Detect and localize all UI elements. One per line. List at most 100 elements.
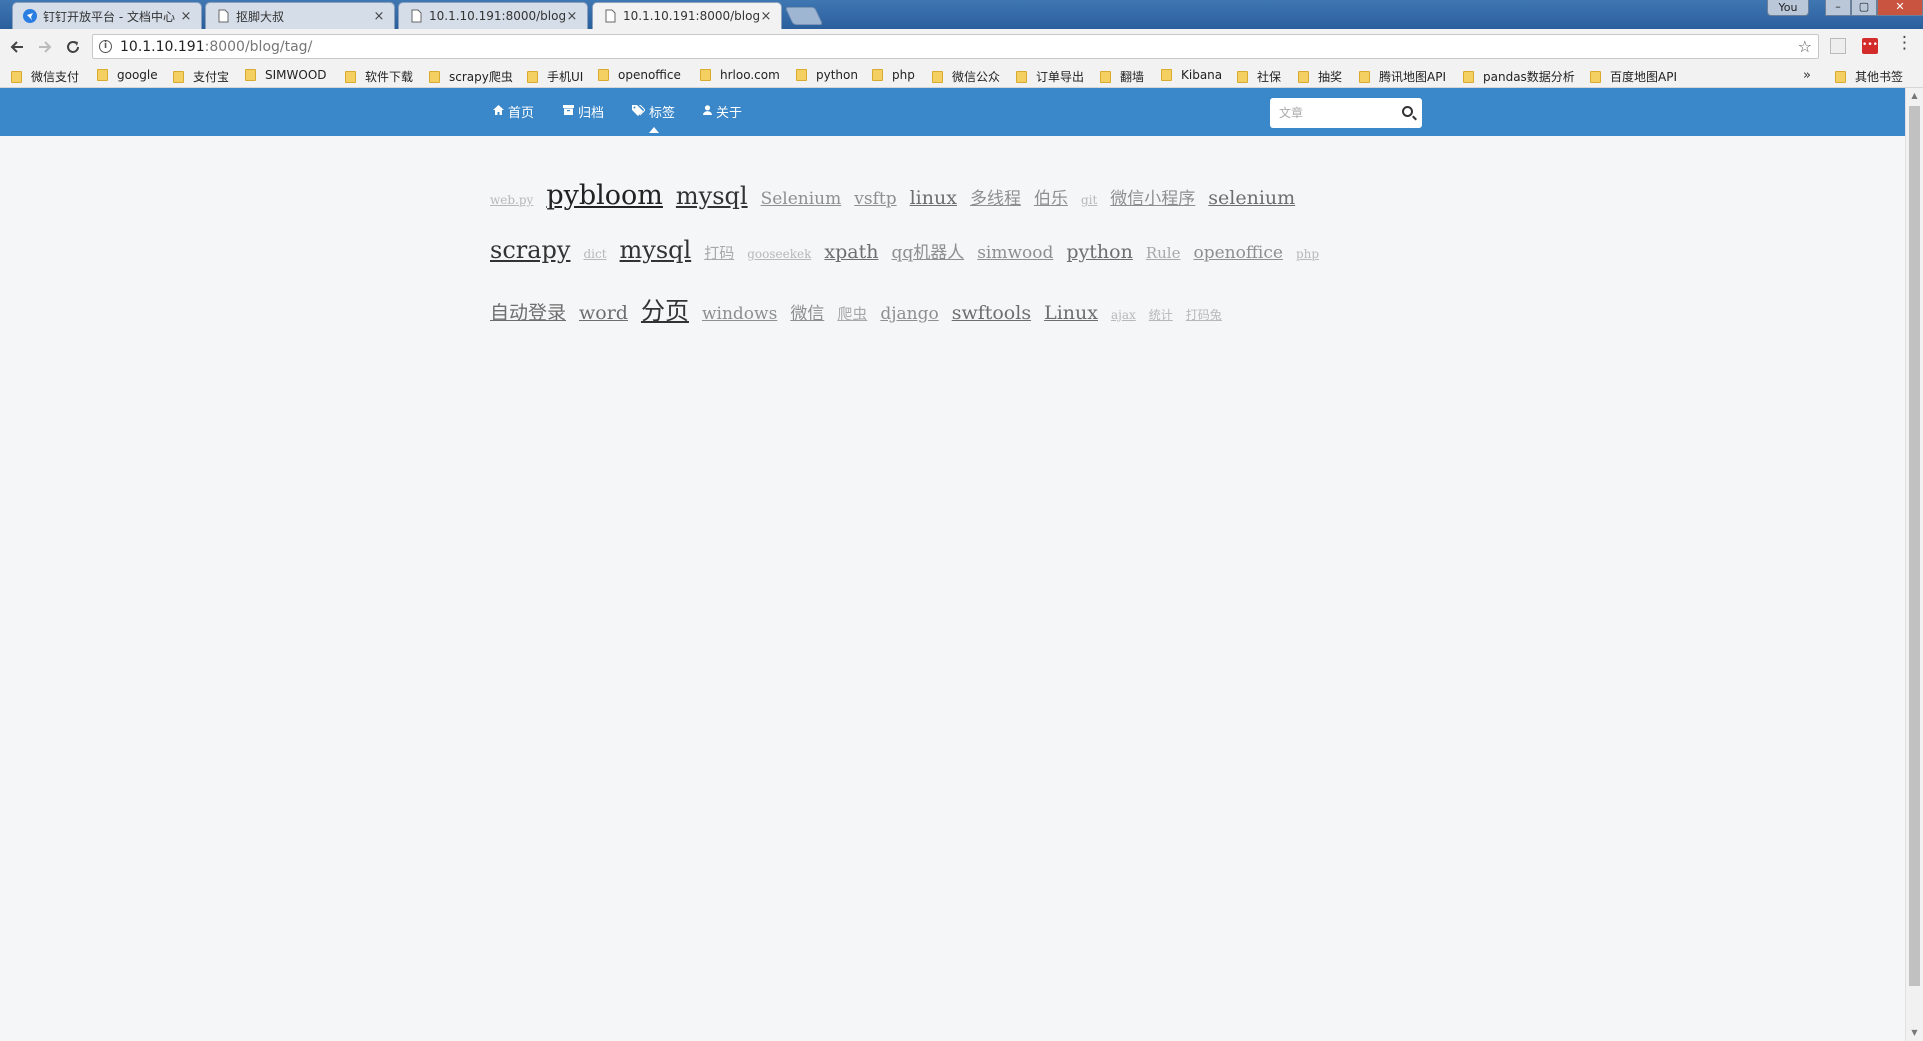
folder-icon: [1016, 70, 1027, 83]
tag-link[interactable]: 微信小程序: [1110, 184, 1195, 209]
tag-link[interactable]: selenium: [1208, 187, 1295, 209]
tag-link[interactable]: qq机器人: [891, 238, 964, 263]
tag-link[interactable]: pybloom: [546, 180, 663, 211]
active-nav-caret: [649, 127, 659, 133]
tag-link[interactable]: simwood: [977, 243, 1053, 263]
tab-close-icon[interactable]: ×: [179, 9, 193, 24]
tag-link[interactable]: web.py: [490, 193, 533, 207]
tag-link[interactable]: 伯乐: [1034, 184, 1068, 209]
scroll-up-arrow-icon[interactable]: ▲: [1906, 88, 1923, 104]
bookmarks-overflow-button[interactable]: »: [1803, 68, 1811, 83]
bookmark-item[interactable]: 腾讯地图API: [1359, 68, 1446, 85]
tag-link[interactable]: dict: [583, 247, 606, 261]
other-bookmarks[interactable]: 其他书签: [1835, 68, 1903, 85]
browser-menu-icon[interactable]: ⋮: [1896, 33, 1913, 53]
tag-link[interactable]: 微信: [790, 299, 824, 324]
scroll-down-arrow-icon[interactable]: ▼: [1906, 1025, 1923, 1041]
tag-link[interactable]: php: [1296, 247, 1319, 261]
tag-link[interactable]: Linux: [1044, 302, 1098, 324]
tag-link[interactable]: 打码: [704, 242, 734, 263]
scrollbar-thumb[interactable]: [1909, 106, 1920, 986]
bookmark-item[interactable]: hrloo.com: [700, 68, 780, 82]
bookmark-item[interactable]: python: [796, 68, 858, 82]
folder-icon: [1298, 70, 1309, 83]
tag-link[interactable]: scrapy: [490, 236, 570, 264]
tag-link[interactable]: linux: [910, 187, 957, 209]
tag-link[interactable]: django: [880, 304, 938, 324]
tag-link[interactable]: windows: [702, 304, 777, 324]
tag-link[interactable]: ajax: [1111, 308, 1136, 322]
bookmark-item[interactable]: google: [97, 68, 158, 82]
tag-cloud-row: 自动登录 word 分页 windows 微信 爬虫 django swftoo…: [490, 291, 1235, 326]
site-info-icon[interactable]: i: [99, 40, 112, 53]
bookmark-item[interactable]: 手机UI: [527, 68, 583, 85]
bookmark-item[interactable]: Kibana: [1161, 68, 1222, 82]
tab-close-icon[interactable]: ×: [759, 9, 773, 24]
restore-button[interactable]: ▢: [1851, 0, 1877, 16]
tag-link[interactable]: word: [579, 302, 628, 324]
tag-link[interactable]: Selenium: [761, 189, 842, 209]
tag-link[interactable]: mysql: [620, 236, 692, 264]
bookmark-item[interactable]: 订单导出: [1016, 68, 1084, 85]
extension-reader-icon[interactable]: [1830, 38, 1846, 54]
tab-2[interactable]: 抠脚大叔 ×: [205, 2, 395, 29]
nav-tags[interactable]: 标签: [632, 102, 675, 121]
page-favicon-icon: [216, 9, 230, 23]
bookmark-item[interactable]: 翻墙: [1100, 68, 1144, 85]
address-bar[interactable]: i 10.1.10.191:8000/blog/tag/ ☆: [92, 34, 1819, 59]
nav-about[interactable]: 关于: [703, 102, 742, 121]
folder-icon: [1463, 70, 1474, 83]
page-favicon-icon: [409, 9, 423, 23]
bookmark-item[interactable]: 社保: [1237, 68, 1281, 85]
bookmark-item[interactable]: 微信公众: [932, 68, 1000, 85]
bookmark-item[interactable]: 支付宝: [173, 68, 229, 85]
url-path: :8000/blog/tag/: [204, 38, 313, 55]
back-button[interactable]: [4, 34, 30, 60]
bookmark-item[interactable]: 百度地图API: [1590, 68, 1677, 85]
site-navbar: 首页 归档 标签 关于: [0, 88, 1905, 136]
close-window-button[interactable]: ✕: [1877, 0, 1923, 16]
tab-3[interactable]: 10.1.10.191:8000/blog/ ×: [398, 2, 588, 29]
bookmark-item[interactable]: pandas数据分析: [1463, 68, 1575, 85]
tab-4-active[interactable]: 10.1.10.191:8000/blog/ ×: [592, 2, 782, 29]
folder-icon: [11, 70, 22, 83]
bookmark-item[interactable]: 抽奖: [1298, 68, 1342, 85]
new-tab-button[interactable]: [784, 7, 824, 25]
tag-link[interactable]: python: [1066, 241, 1132, 263]
bookmark-item[interactable]: 微信支付: [11, 68, 79, 85]
tag-link[interactable]: git: [1081, 193, 1097, 207]
tag-link[interactable]: Rule: [1146, 244, 1181, 262]
folder-icon: [527, 70, 538, 83]
tag-link[interactable]: xpath: [824, 241, 878, 263]
bookmark-star-icon[interactable]: ☆: [1798, 37, 1812, 56]
minimize-button[interactable]: –: [1825, 0, 1851, 16]
tag-link[interactable]: swftools: [952, 302, 1031, 324]
bookmark-item[interactable]: openoffice: [598, 68, 681, 82]
reload-button[interactable]: [60, 34, 86, 60]
bookmark-item[interactable]: php: [872, 68, 915, 82]
tag-link[interactable]: 打码兔: [1186, 306, 1222, 323]
profile-button[interactable]: You: [1767, 0, 1809, 16]
tag-link[interactable]: gooseekek: [747, 247, 811, 261]
tag-link[interactable]: openoffice: [1193, 243, 1282, 263]
tag-link[interactable]: 统计: [1149, 306, 1173, 323]
bookmark-item[interactable]: scrapy爬虫: [429, 68, 513, 85]
tag-link[interactable]: 多线程: [970, 184, 1021, 209]
search-icon[interactable]: [1402, 106, 1413, 117]
tag-link[interactable]: 自动登录: [490, 298, 566, 325]
nav-home[interactable]: 首页: [493, 102, 534, 121]
tab-1[interactable]: 钉钉开放平台 - 文档中心 ×: [12, 2, 202, 29]
tag-link[interactable]: vsftp: [854, 189, 896, 209]
forward-button[interactable]: [32, 34, 58, 60]
bookmark-item[interactable]: 软件下载: [345, 68, 413, 85]
tag-link[interactable]: 爬虫: [837, 303, 867, 324]
nav-archive[interactable]: 归档: [563, 102, 604, 121]
tag-link[interactable]: 分页: [641, 291, 689, 326]
page-scrollbar[interactable]: ▲ ▼: [1905, 88, 1923, 1041]
search-input[interactable]: [1270, 98, 1395, 128]
extension-red-icon[interactable]: •••: [1862, 38, 1878, 54]
tab-close-icon[interactable]: ×: [565, 9, 579, 24]
bookmark-item[interactable]: SIMWOOD: [245, 68, 327, 82]
tag-link[interactable]: mysql: [676, 182, 748, 210]
tab-close-icon[interactable]: ×: [372, 9, 386, 24]
